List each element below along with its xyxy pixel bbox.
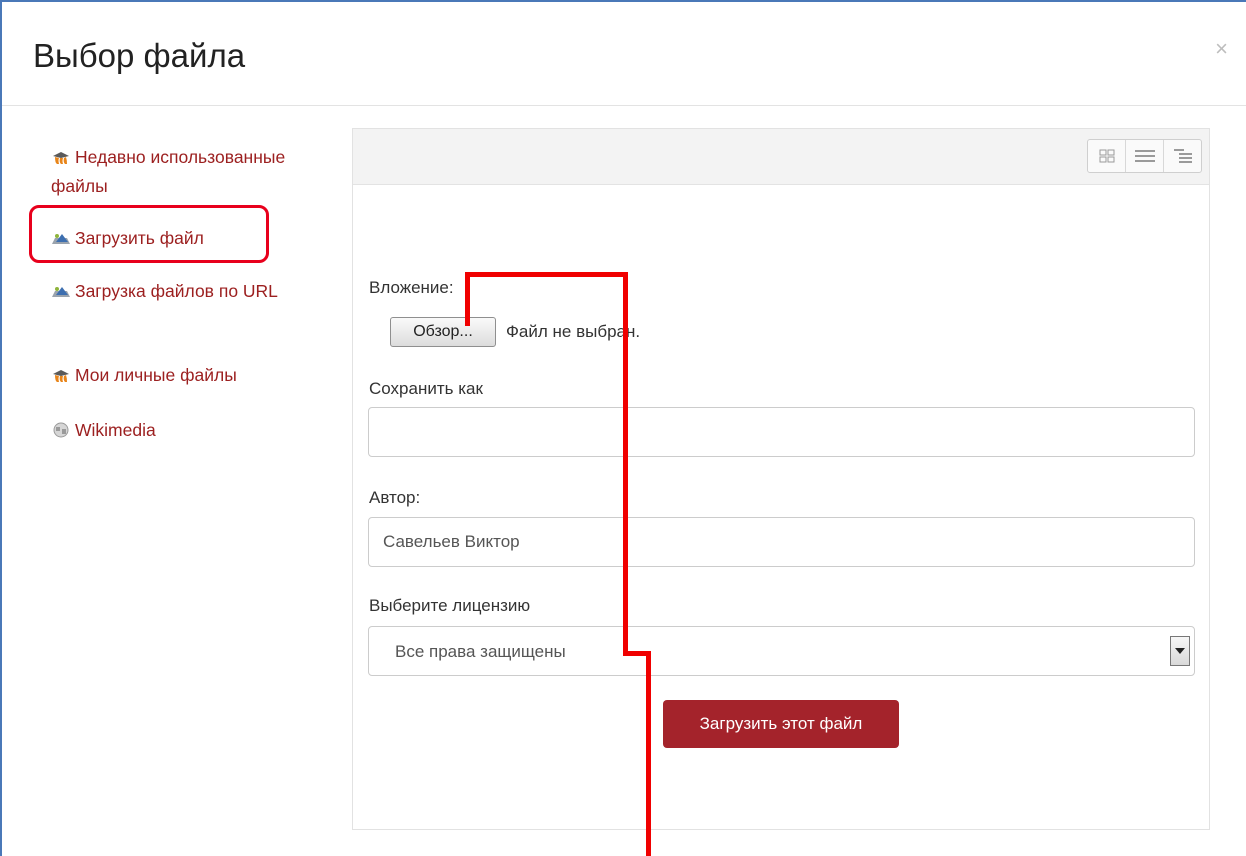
browse-button[interactable]: Обзор... bbox=[390, 317, 496, 347]
sidebar-item-recent-files[interactable]: Недавно использованные файлы bbox=[51, 143, 291, 201]
view-switcher bbox=[1087, 139, 1202, 173]
close-icon[interactable]: × bbox=[1215, 38, 1228, 60]
upload-this-file-button[interactable]: Загрузить этот файл bbox=[663, 700, 899, 748]
author-label: Автор: bbox=[369, 488, 421, 507]
list-view-button[interactable] bbox=[1125, 140, 1163, 172]
chevron-down-icon[interactable] bbox=[1170, 636, 1190, 666]
sidebar-item-label: Недавно использованные файлы bbox=[51, 147, 286, 196]
wikimedia-icon bbox=[53, 422, 69, 438]
annotation-line bbox=[465, 276, 470, 326]
annotation-line bbox=[465, 272, 628, 277]
sidebar-item-label: Загрузка файлов по URL bbox=[75, 281, 278, 301]
no-file-selected-text: Файл не выбран. bbox=[506, 322, 641, 341]
grid-icon bbox=[1099, 149, 1114, 163]
list-icon bbox=[1134, 150, 1155, 162]
panel-toolbar bbox=[353, 129, 1209, 185]
sidebar-item-wikimedia[interactable]: Wikimedia bbox=[51, 416, 156, 445]
moodle-icon bbox=[53, 370, 69, 382]
annotation-highlight-box bbox=[29, 205, 269, 263]
attachment-label: Вложение: bbox=[369, 278, 454, 297]
save-as-input[interactable] bbox=[368, 407, 1195, 457]
save-as-label: Сохранить как bbox=[369, 379, 483, 398]
sidebar-item-private-files[interactable]: Мои личные файлы bbox=[51, 361, 237, 390]
upload-icon bbox=[52, 287, 70, 297]
license-label: Выберите лицензию bbox=[369, 596, 531, 615]
annotation-line bbox=[646, 651, 651, 856]
sidebar-item-label: Мои личные файлы bbox=[75, 365, 237, 385]
tree-view-button[interactable] bbox=[1163, 140, 1201, 172]
dialog-header: Выбор файла × bbox=[2, 2, 1246, 106]
tree-icon bbox=[1173, 149, 1192, 163]
dialog-title: Выбор файла bbox=[33, 37, 246, 74]
annotation-line bbox=[623, 272, 628, 655]
sidebar-item-label: Wikimedia bbox=[75, 420, 156, 440]
window-frame-left bbox=[0, 0, 2, 856]
sidebar-item-url-download[interactable]: Загрузка файлов по URL bbox=[51, 277, 291, 306]
moodle-icon bbox=[53, 152, 69, 164]
author-input[interactable] bbox=[368, 517, 1195, 567]
license-selected-value: Все права защищены bbox=[395, 642, 566, 661]
icons-view-button[interactable] bbox=[1088, 140, 1125, 172]
license-select[interactable]: Все права защищены bbox=[368, 626, 1195, 676]
